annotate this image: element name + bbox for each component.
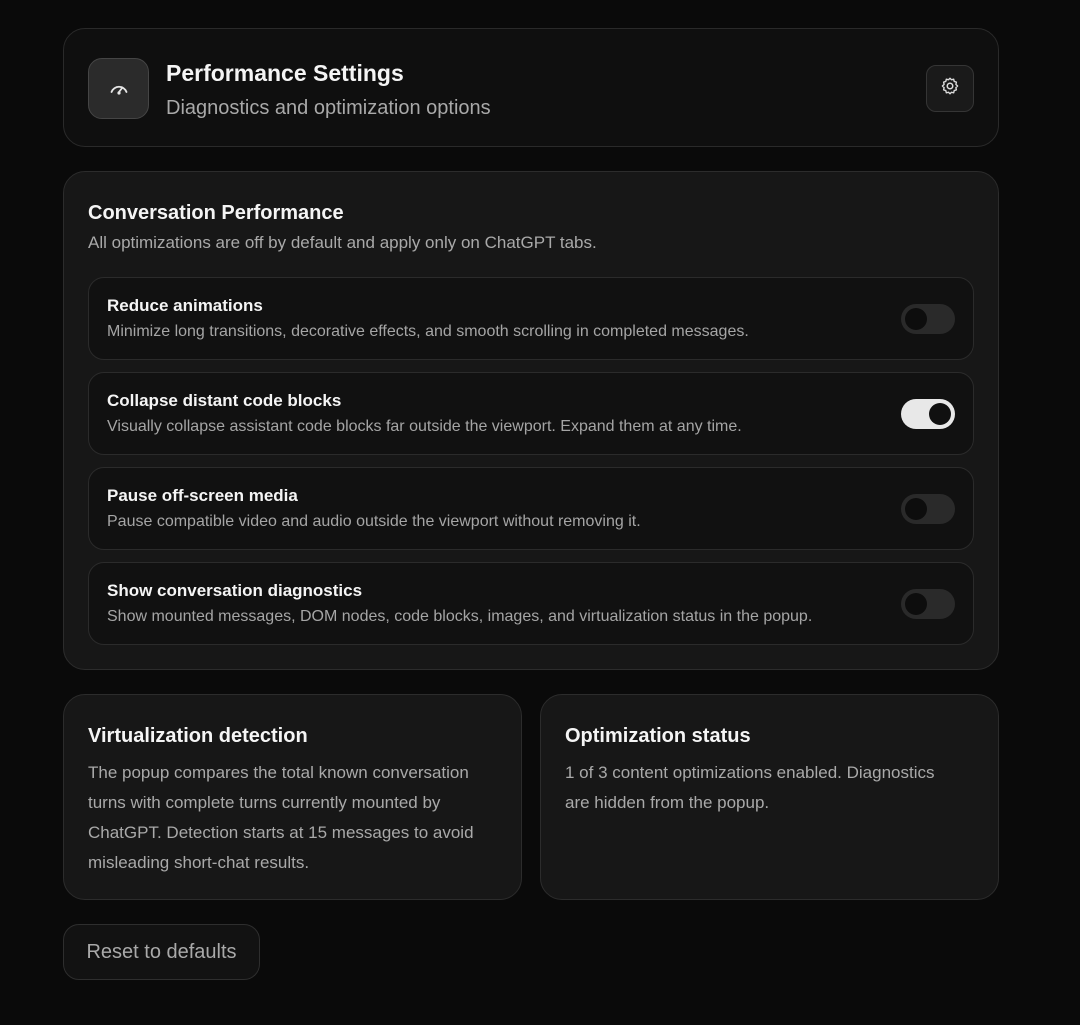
text-line: misleading short-chat results. bbox=[88, 853, 310, 872]
optimization-status-card: Optimization status 1 of 3 content optim… bbox=[540, 694, 999, 900]
card-title: Optimization status bbox=[565, 725, 751, 747]
text-line: 1 of 3 content optimizations enabled. Di… bbox=[565, 763, 935, 782]
reset-to-defaults-button[interactable]: Reset to defaults bbox=[63, 924, 260, 980]
pause-offscreen-media-toggle[interactable] bbox=[901, 494, 955, 524]
text-line: ChatGPT. Detection starts at 15 messages… bbox=[88, 823, 474, 842]
settings-button[interactable] bbox=[926, 65, 974, 112]
card-title: Virtualization detection bbox=[88, 725, 308, 747]
performance-settings-page: Performance Settings Diagnostics and opt… bbox=[0, 0, 1080, 1025]
section-title: Conversation Performance bbox=[88, 202, 344, 224]
conversation-performance-card: Conversation Performance All optimizatio… bbox=[63, 171, 999, 670]
gauge-icon bbox=[88, 58, 149, 119]
virtualization-detection-card: Virtualization detection The popup compa… bbox=[63, 694, 522, 900]
gear-icon bbox=[939, 75, 961, 102]
card-text: The popup compares the total known conve… bbox=[88, 758, 474, 878]
text-line: are hidden from the popup. bbox=[565, 793, 770, 812]
page-subtitle: Diagnostics and optimization options bbox=[166, 97, 491, 119]
collapse-code-blocks-toggle[interactable] bbox=[901, 399, 955, 429]
option-label: Collapse distant code blocks bbox=[107, 391, 342, 410]
option-pause-offscreen-media[interactable]: Pause off-screen media Pause compatible … bbox=[88, 467, 974, 550]
text-line: The popup compares the total known conve… bbox=[88, 763, 469, 782]
option-description: Minimize long transitions, decorative ef… bbox=[107, 323, 749, 340]
option-reduce-animations[interactable]: Reduce animations Minimize long transiti… bbox=[88, 277, 974, 360]
option-collapse-code-blocks[interactable]: Collapse distant code blocks Visually co… bbox=[88, 372, 974, 455]
option-label: Pause off-screen media bbox=[107, 486, 298, 505]
reduce-animations-toggle[interactable] bbox=[901, 304, 955, 334]
toggle-knob bbox=[905, 498, 927, 520]
option-show-diagnostics[interactable]: Show conversation diagnostics Show mount… bbox=[88, 562, 974, 645]
toggle-knob bbox=[905, 593, 927, 615]
option-description: Visually collapse assistant code blocks … bbox=[107, 418, 742, 435]
option-description: Show mounted messages, DOM nodes, code b… bbox=[107, 608, 813, 625]
page-title: Performance Settings bbox=[166, 60, 404, 86]
option-description: Pause compatible video and audio outside… bbox=[107, 513, 641, 530]
option-label: Show conversation diagnostics bbox=[107, 581, 363, 600]
show-diagnostics-toggle[interactable] bbox=[901, 589, 955, 619]
text-line: turns with complete turns currently moun… bbox=[88, 793, 441, 812]
card-text: 1 of 3 content optimizations enabled. Di… bbox=[565, 758, 935, 818]
toggle-knob bbox=[929, 403, 951, 425]
option-label: Reduce animations bbox=[107, 296, 263, 315]
section-description: All optimizations are off by default and… bbox=[88, 233, 597, 252]
toggle-knob bbox=[905, 308, 927, 330]
header-card: Performance Settings Diagnostics and opt… bbox=[63, 28, 999, 147]
